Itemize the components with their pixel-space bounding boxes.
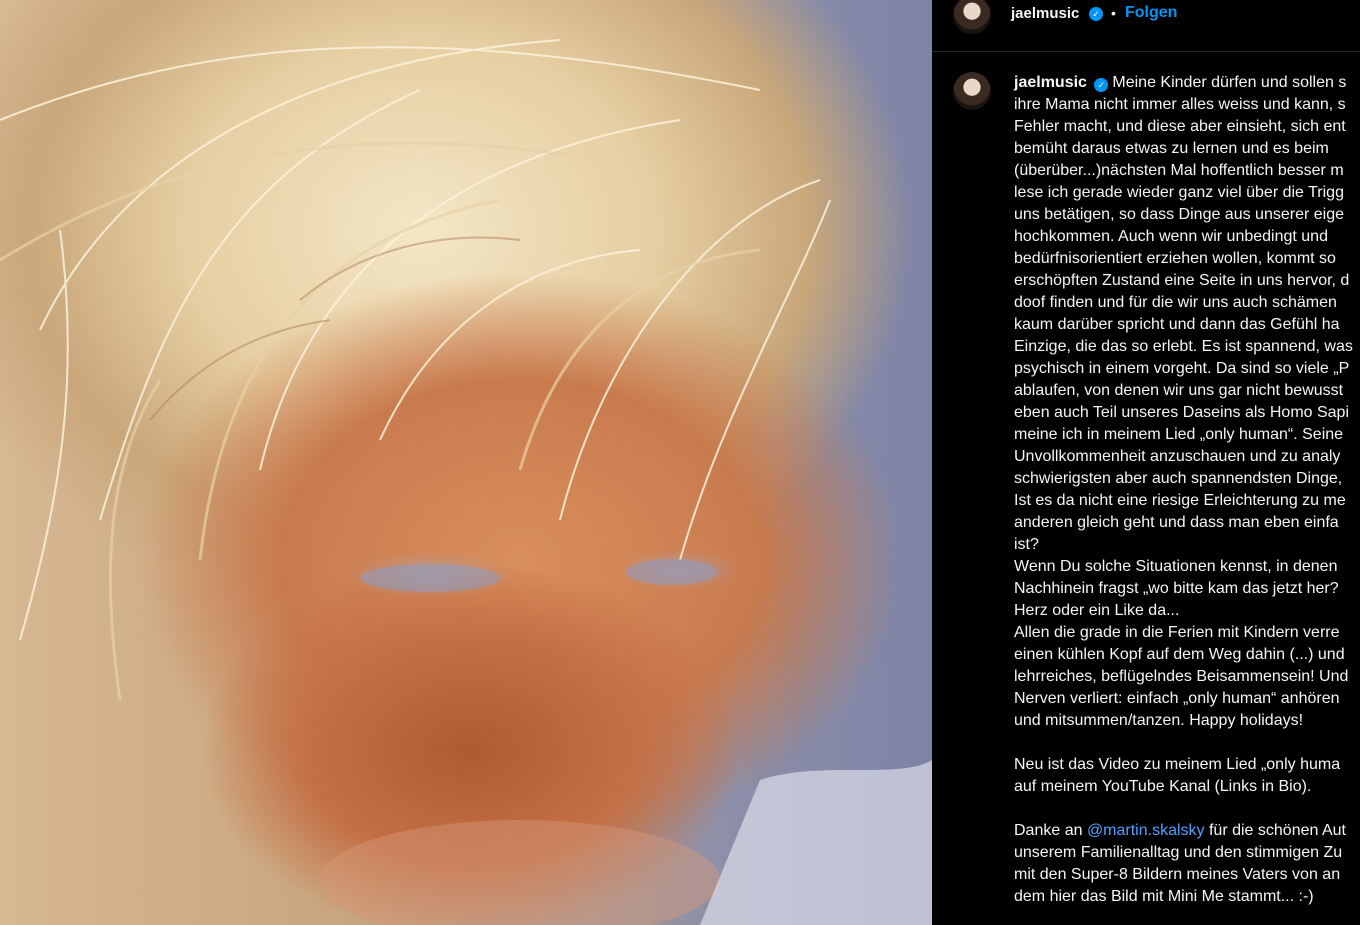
caption-line: doof finden und für die wir uns auch sch…	[1014, 294, 1337, 311]
caption-line: Nachhinein fragst „wo bitte kam das jetz…	[1014, 580, 1339, 597]
caption-line: unserem Familienalltag und den stimmigen…	[1014, 844, 1343, 861]
caption-thanks-prefix: Danke an	[1014, 822, 1087, 839]
caption-line: mit den Super-8 Bildern meines Vaters vo…	[1014, 866, 1341, 883]
post-side-panel: jaelmusic ✓ • Folgen jaelmusic ✓ Meine Ki…	[932, 0, 1360, 925]
caption-line: Allen die grade in die Ferien mit Kinder…	[1014, 624, 1340, 641]
caption-line: Ist es da nicht eine riesige Erleichteru…	[1014, 492, 1346, 509]
caption-line: hochkommen. Auch wenn wir unbedingt und	[1014, 228, 1328, 245]
caption-line: schwierigsten aber auch spannendsten Din…	[1014, 470, 1343, 487]
post-header: jaelmusic ✓ • Folgen	[932, 0, 1360, 52]
caption-line: Meine Kinder dürfen und sollen s	[1112, 74, 1347, 91]
post-photo[interactable]	[0, 0, 932, 925]
caption-line: bemüht daraus etwas zu lernen und es bei…	[1014, 140, 1329, 157]
caption-text: jaelmusic ✓ Meine Kinder dürfen und solle…	[1014, 72, 1360, 908]
photo-hair-strands	[0, 39, 932, 925]
caption-line: psychisch in einem vorgeht. Da sind so v…	[1014, 360, 1350, 377]
caption-line: uns betätigen, so dass Dinge aus unserer…	[1014, 206, 1344, 223]
caption-line: Wenn Du solche Situationen kennst, in de…	[1014, 558, 1338, 575]
caption-line: Neu ist das Video zu meinem Lied „only h…	[1014, 756, 1341, 773]
caption-line: Einzige, die das so erlebt. Es ist spann…	[1014, 338, 1353, 355]
caption-line: Unvollkommenheit anzuschauen und zu anal…	[1014, 448, 1341, 465]
caption-line: Herz oder ein Like da...	[1014, 602, 1180, 619]
caption-line: ablaufen, von denen wir uns gar nicht be…	[1014, 382, 1344, 399]
verified-badge-icon: ✓	[1089, 7, 1103, 21]
caption-line: einen kühlen Kopf auf dem Weg dahin (...…	[1014, 646, 1345, 663]
caption-line: auf meinem YouTube Kanal (Links in Bio).	[1014, 778, 1312, 795]
caption-line: bedürfnisorientiert erziehen wollen, kom…	[1014, 250, 1336, 267]
caption-thanks-suffix: für die schönen Aut	[1204, 822, 1346, 839]
mention-link[interactable]: @martin.skalsky	[1087, 822, 1205, 839]
caption-line: und mitsummen/tanzen. Happy holidays!	[1014, 712, 1304, 729]
avatar[interactable]	[953, 0, 991, 34]
caption-line: Fehler macht, und diese aber einsieht, s…	[1014, 118, 1346, 135]
caption-thanks-line: Danke an @martin.skalsky für die schönen…	[1014, 820, 1360, 842]
caption-line: meine ich in meinem Lied „only human“. S…	[1014, 426, 1344, 443]
caption-line: eben auch Teil unseres Daseins als Homo …	[1014, 404, 1350, 421]
caption-line: lese ich gerade wieder ganz viel über di…	[1014, 184, 1344, 201]
caption-line: ihre Mama nicht immer alles weiss und ka…	[1014, 96, 1346, 113]
caption-line: dem hier das Bild mit Mini Me stammt... …	[1014, 888, 1314, 905]
caption-username-link[interactable]: jaelmusic	[1014, 74, 1087, 91]
caption-line: anderen gleich geht und dass man eben ei…	[1014, 514, 1339, 531]
avatar[interactable]	[953, 72, 991, 110]
verified-badge-icon: ✓	[1094, 78, 1109, 92]
caption-line: Nerven verliert: einfach „only human“ an…	[1014, 690, 1340, 707]
caption-line: lehrreiches, beflügelndes Beisammensein!…	[1014, 668, 1349, 685]
caption-first-line: jaelmusic ✓ Meine Kinder dürfen und solle…	[1014, 72, 1360, 94]
username-link[interactable]: jaelmusic	[1011, 5, 1079, 22]
follow-button[interactable]: Folgen	[1125, 4, 1177, 22]
caption-line: ist?	[1014, 536, 1039, 553]
caption-line: erschöpften Zustand eine Seite in uns he…	[1014, 272, 1350, 289]
caption-line: (überüber...)nächsten Mal hoffentlich be…	[1014, 162, 1344, 179]
separator-dot: •	[1111, 5, 1116, 21]
caption-line: kaum darüber spricht und dann das Gefühl…	[1014, 316, 1340, 333]
